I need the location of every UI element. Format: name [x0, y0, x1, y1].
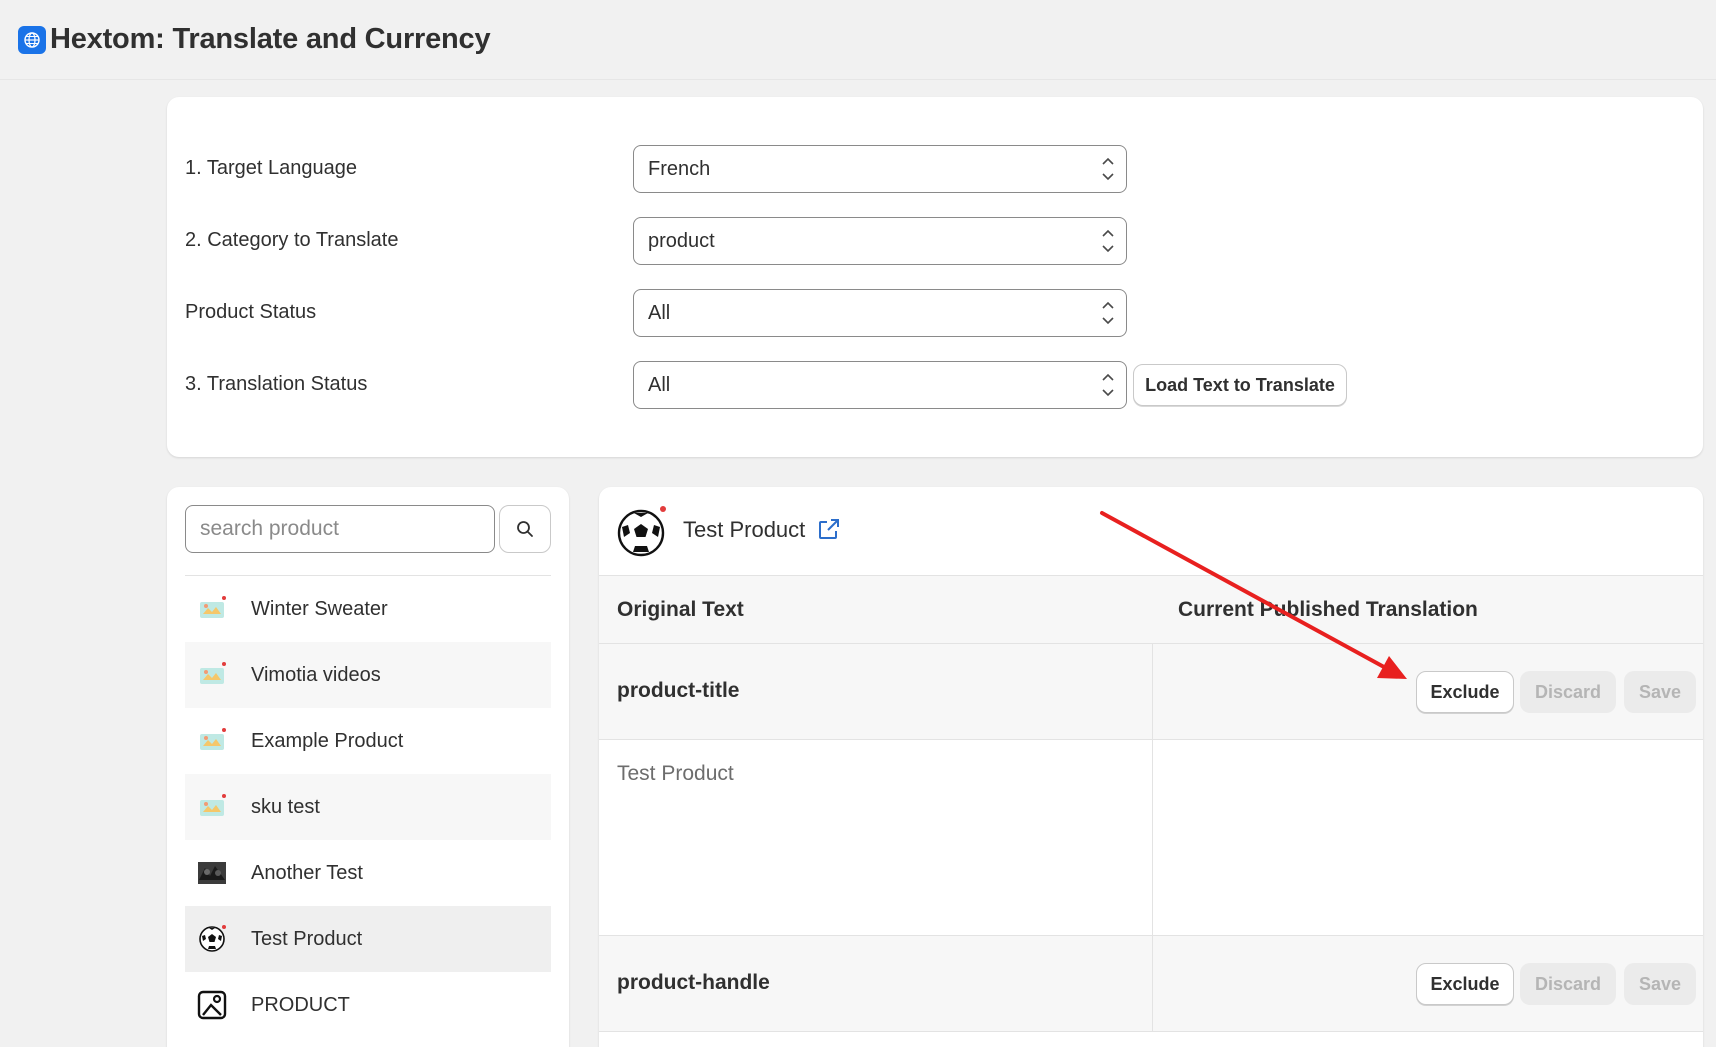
select-arrows-icon — [1102, 301, 1114, 325]
product-name: Example Product — [251, 729, 404, 752]
translation-status-value: All — [648, 373, 671, 396]
field-value-row: Test Product — [599, 740, 1703, 936]
placeholder-image-icon — [197, 594, 227, 624]
table-header: Original Text Current Published Translat… — [599, 576, 1703, 644]
soccer-ball-icon — [617, 506, 666, 557]
exclude-button[interactable]: Exclude — [1416, 671, 1514, 713]
search-input[interactable] — [185, 505, 495, 553]
placeholder-image-icon — [197, 792, 227, 822]
save-button[interactable]: Save — [1624, 671, 1696, 713]
translation-status-label: 3. Translation Status — [185, 373, 368, 395]
column-divider — [1152, 936, 1153, 1031]
column-divider — [1152, 644, 1153, 739]
load-text-button[interactable]: Load Text to Translate — [1133, 364, 1347, 406]
translation-panel: Test Product Original Text Current Publi… — [599, 487, 1703, 1047]
product-header: Test Product — [599, 487, 1703, 576]
product-list-item[interactable]: Example Product — [185, 708, 551, 774]
target-language-label: 1. Target Language — [185, 157, 358, 179]
app-header: Hextom: Translate and Currency — [0, 0, 1716, 80]
column-published-translation: Current Published Translation — [1178, 598, 1478, 621]
product-list-item-selected[interactable]: Test Product — [185, 906, 551, 972]
product-status-row: Product Status All — [185, 289, 1385, 337]
column-divider — [1152, 740, 1153, 935]
select-arrows-icon — [1102, 157, 1114, 181]
category-select[interactable]: product — [633, 217, 1127, 265]
field-row-product-handle: product-handle Exclude Discard Save — [599, 936, 1703, 1032]
product-status-label: Product Status — [185, 301, 317, 323]
soccer-ball-icon — [197, 924, 227, 954]
app-title: Hextom: Translate and Currency — [50, 23, 491, 55]
product-list-item[interactable]: PRODUCT — [185, 972, 551, 1038]
product-name: Winter Sweater — [251, 597, 388, 620]
placeholder-image-icon — [197, 660, 227, 690]
product-list-item[interactable]: Another Test — [185, 840, 551, 906]
field-key: product-title — [617, 679, 740, 702]
category-label: 2. Category to Translate — [185, 229, 399, 251]
discard-button[interactable]: Discard — [1520, 671, 1616, 713]
product-list-item[interactable]: Winter Sweater — [185, 576, 551, 642]
search-button[interactable] — [499, 505, 551, 553]
image-icon — [197, 990, 227, 1020]
translation-status-select[interactable]: All — [633, 361, 1127, 409]
target-language-row: 1. Target Language French — [185, 145, 1385, 193]
product-name: Another Test — [251, 861, 363, 884]
column-original-text: Original Text — [617, 598, 744, 621]
placeholder-image-icon — [197, 726, 227, 756]
external-link-icon[interactable] — [817, 517, 841, 541]
product-list-item[interactable]: sku test — [185, 774, 551, 840]
settings-card: 1. Target Language French 2. Category to… — [167, 97, 1703, 457]
product-title: Test Product — [683, 517, 806, 542]
product-status-value: All — [648, 301, 671, 324]
save-button[interactable]: Save — [1624, 963, 1696, 1005]
select-arrows-icon — [1102, 229, 1114, 253]
product-list-item[interactable]: Vimotia videos — [185, 642, 551, 708]
product-list: Winter Sweater Vimotia videos Example Pr… — [185, 576, 551, 1038]
product-name: Test Product — [251, 927, 363, 950]
product-sidebar: Winter Sweater Vimotia videos — [167, 487, 569, 1047]
product-name: Vimotia videos — [251, 663, 381, 686]
product-name: PRODUCT — [251, 993, 350, 1016]
discard-button[interactable]: Discard — [1520, 963, 1616, 1005]
original-text-value: Test Product — [617, 762, 734, 785]
dark-photo-icon — [197, 858, 227, 888]
field-row-product-title: product-title Exclude Discard Save — [599, 644, 1703, 740]
search-icon — [517, 521, 533, 537]
product-status-select[interactable]: All — [633, 289, 1127, 337]
exclude-button[interactable]: Exclude — [1416, 963, 1514, 1005]
category-row: 2. Category to Translate product — [185, 217, 1385, 265]
target-language-value: French — [648, 157, 711, 180]
globe-icon — [18, 25, 46, 54]
product-name: sku test — [251, 795, 320, 818]
category-value: product — [648, 229, 715, 252]
target-language-select[interactable]: French — [633, 145, 1127, 193]
field-key: product-handle — [617, 971, 770, 994]
select-arrows-icon — [1102, 373, 1114, 397]
